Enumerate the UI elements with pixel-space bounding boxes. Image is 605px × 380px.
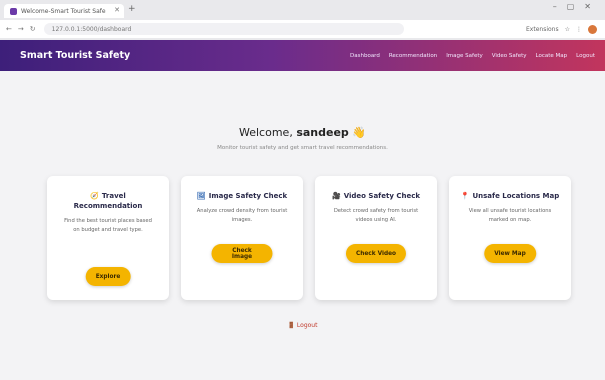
url-input[interactable]: 127.0.0.1:5000/dashboard — [43, 23, 404, 35]
reload-icon[interactable]: ↻ — [30, 25, 36, 33]
card-title: Unsafe Locations Map — [472, 192, 560, 200]
new-tab-icon[interactable]: + — [128, 4, 136, 14]
card-image-safety: 🖼 Image Safety Check Analyze crowd densit… — [181, 176, 303, 300]
welcome-heading: Welcome, sandeep 👋 — [0, 126, 605, 139]
browser-tools: Extensions ☆ ⋮ — [526, 24, 597, 34]
favicon-icon — [10, 7, 17, 15]
welcome-username: sandeep — [296, 126, 349, 139]
address-bar-row: ← → ↻ 127.0.0.1:5000/dashboard Extension… — [0, 20, 605, 38]
extensions-label[interactable]: Extensions — [526, 26, 559, 33]
card-description: Detect crowd safety from tourist videos … — [333, 208, 419, 223]
tab-bar: Welcome-Smart Tourist Safe ✕ + –▢✕ — [0, 0, 605, 18]
nav-video-safety[interactable]: Video Safety — [492, 53, 527, 59]
brand-logo[interactable]: Smart Tourist Safety — [20, 50, 130, 61]
star-icon[interactable]: ☆ — [565, 26, 570, 33]
nav-image-safety[interactable]: Image Safety — [446, 53, 483, 59]
map-pin-icon: 📍 — [460, 192, 470, 200]
nav-dashboard[interactable]: Dashboard — [350, 53, 380, 59]
welcome-prefix: Welcome, — [239, 126, 297, 139]
card-title: Image Safety Check — [208, 192, 288, 200]
card-title: Video Safety Check — [343, 192, 420, 200]
back-icon[interactable]: ← — [6, 25, 12, 33]
nav-recommendation[interactable]: Recommendation — [389, 53, 437, 59]
card-unsafe-locations-map: 📍 Unsafe Locations Map View all unsafe to… — [449, 176, 571, 300]
image-icon: 🖼 — [196, 192, 206, 200]
card-video-safety: 🎥 Video Safety Check Detect crowd safety … — [315, 176, 437, 300]
browser-chrome: Welcome-Smart Tourist Safe ✕ + –▢✕ ← → ↻… — [0, 0, 605, 40]
logout-label[interactable]: Logout — [297, 322, 318, 329]
profile-avatar[interactable] — [588, 24, 597, 34]
card-travel-recommendation: 🧭 Travel Recommendation Find the best tou… — [47, 176, 169, 300]
view-map-button[interactable]: View Map — [484, 244, 536, 263]
card-title: Travel Recommendation — [73, 192, 143, 210]
dashboard-main: Welcome, sandeep 👋 Monitor tourist safet… — [0, 71, 605, 380]
nav-locate-map[interactable]: Locate Map — [536, 53, 568, 59]
video-icon: 🎥 — [332, 192, 341, 200]
close-tab-icon[interactable]: ✕ — [114, 6, 120, 14]
tab-title: Welcome-Smart Tourist Safe — [21, 7, 106, 15]
window-controls[interactable]: –▢✕ — [553, 2, 601, 11]
forward-icon[interactable]: → — [18, 25, 24, 33]
card-description: Analyze crowd density from tourist image… — [196, 208, 288, 223]
compass-icon: 🧭 — [90, 192, 99, 200]
top-navbar: Smart Tourist Safety Dashboard Recommend… — [0, 40, 605, 71]
explore-button[interactable]: Explore — [85, 267, 131, 286]
check-video-button[interactable]: Check Video — [345, 244, 407, 263]
card-description: View all unsafe tourist locations marked… — [468, 208, 552, 223]
browser-tab[interactable]: Welcome-Smart Tourist Safe ✕ — [4, 4, 124, 18]
wave-icon: 👋 — [352, 126, 366, 139]
nav-links: Dashboard Recommendation Image Safety Vi… — [350, 53, 595, 59]
card-description: Find the best tourist places based on bu… — [64, 218, 152, 233]
welcome-subtitle: Monitor tourist safety and get smart tra… — [217, 145, 388, 151]
logout-link[interactable]: 🚪 Logout — [0, 322, 605, 329]
nav-logout[interactable]: Logout — [576, 53, 595, 59]
check-image-button[interactable]: Check Image — [211, 244, 273, 263]
menu-icon[interactable]: ⋮ — [576, 26, 582, 33]
